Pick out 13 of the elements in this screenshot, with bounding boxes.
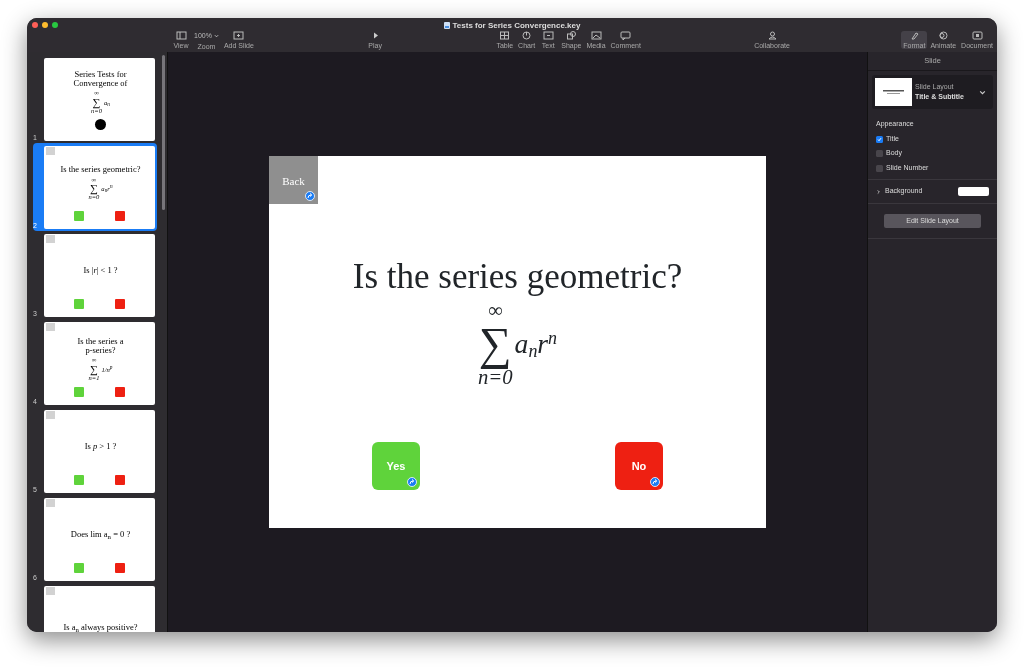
slide-text: Is |r| < 1 ? (83, 266, 118, 276)
slide-text: p-series? (85, 346, 116, 356)
slide-title: Is the series geometric? (351, 256, 684, 298)
slide-text: Is p > 1 ? (84, 442, 117, 452)
slide-text: Is the series geometric? (60, 165, 141, 175)
slide-text: Does lim a$_{n}$ = 0 ? (70, 530, 131, 540)
formula: ∞ ∑ n=0 a$_{n}$r$^{n}$ (476, 300, 559, 388)
slide-text: Convergence of (73, 79, 128, 89)
slide-text: Series Tests for (74, 69, 127, 79)
no-button[interactable]: No (615, 442, 663, 490)
window-title: Tests for Series Convergence.key (452, 19, 581, 32)
slide-text: Is a$_{n}$ always positive? (63, 623, 138, 632)
slide-text: Is the series a (77, 336, 124, 346)
